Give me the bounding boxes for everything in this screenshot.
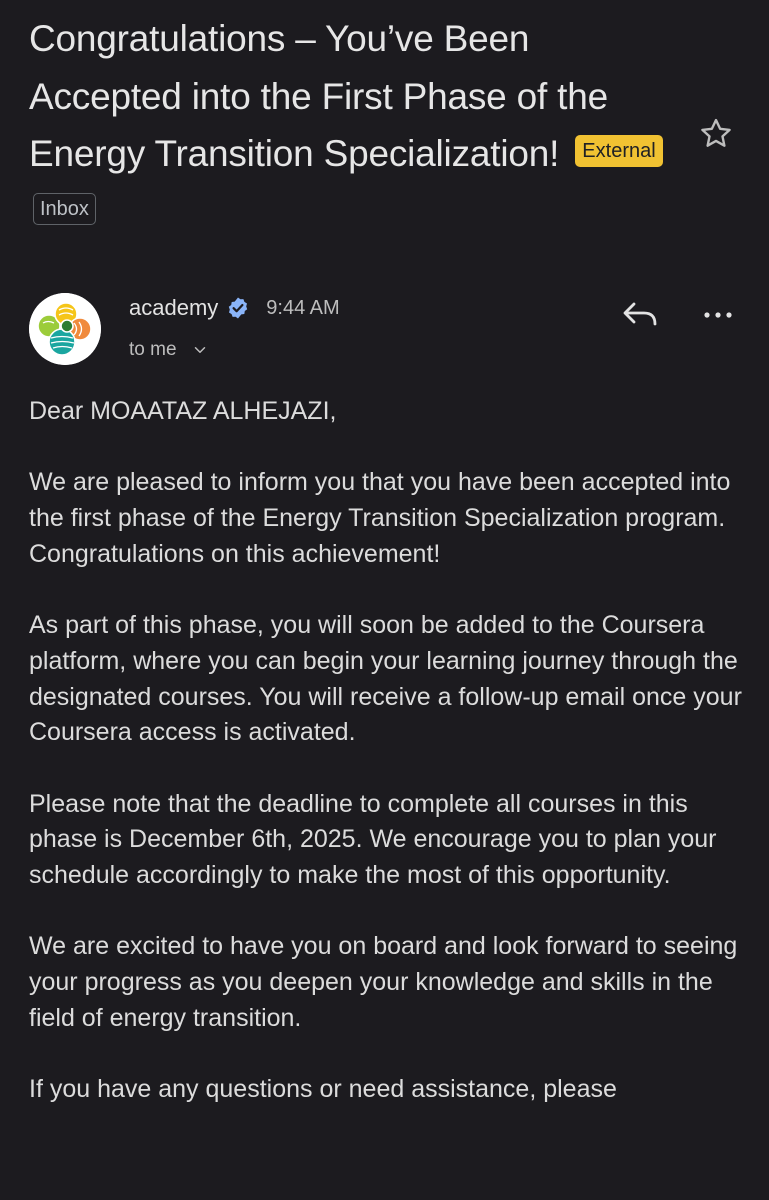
- sender-name[interactable]: academy: [129, 295, 218, 321]
- body-paragraph-2: As part of this phase, you will soon be …: [29, 611, 742, 747]
- external-label: External: [575, 135, 663, 168]
- greeting: Dear MOAATAZ ALHEJAZI,: [29, 397, 337, 425]
- chevron-down-icon[interactable]: [191, 341, 209, 359]
- recipient-details-toggle[interactable]: to me: [129, 336, 209, 364]
- verified-icon: [229, 297, 248, 319]
- sender-row: academy 9:44 AM: [129, 292, 340, 324]
- body-paragraph-1: We are pleased to inform you that you ha…: [29, 468, 731, 568]
- reply-icon[interactable]: [620, 296, 660, 332]
- email-subject: Congratulations – You’ve Been Accepted i…: [29, 10, 679, 240]
- email-time: 9:44 AM: [266, 296, 340, 319]
- body-paragraph-4: We are excited to have you on board and …: [29, 932, 738, 1032]
- email-body: Dear MOAATAZ ALHEJAZI, We are pleased to…: [29, 394, 749, 1144]
- more-options-icon[interactable]: [698, 298, 738, 332]
- subject-text: Congratulations – You’ve Been Accepted i…: [29, 18, 608, 174]
- body-paragraph-5: If you have any questions or need assist…: [29, 1075, 617, 1104]
- avatar[interactable]: [29, 293, 101, 365]
- body-paragraph-3: Please note that the deadline to complet…: [29, 789, 717, 890]
- inbox-label[interactable]: Inbox: [33, 192, 96, 225]
- star-icon[interactable]: [697, 115, 735, 153]
- sender-logo-icon: [29, 293, 101, 365]
- recipient-text: to me: [129, 339, 177, 360]
